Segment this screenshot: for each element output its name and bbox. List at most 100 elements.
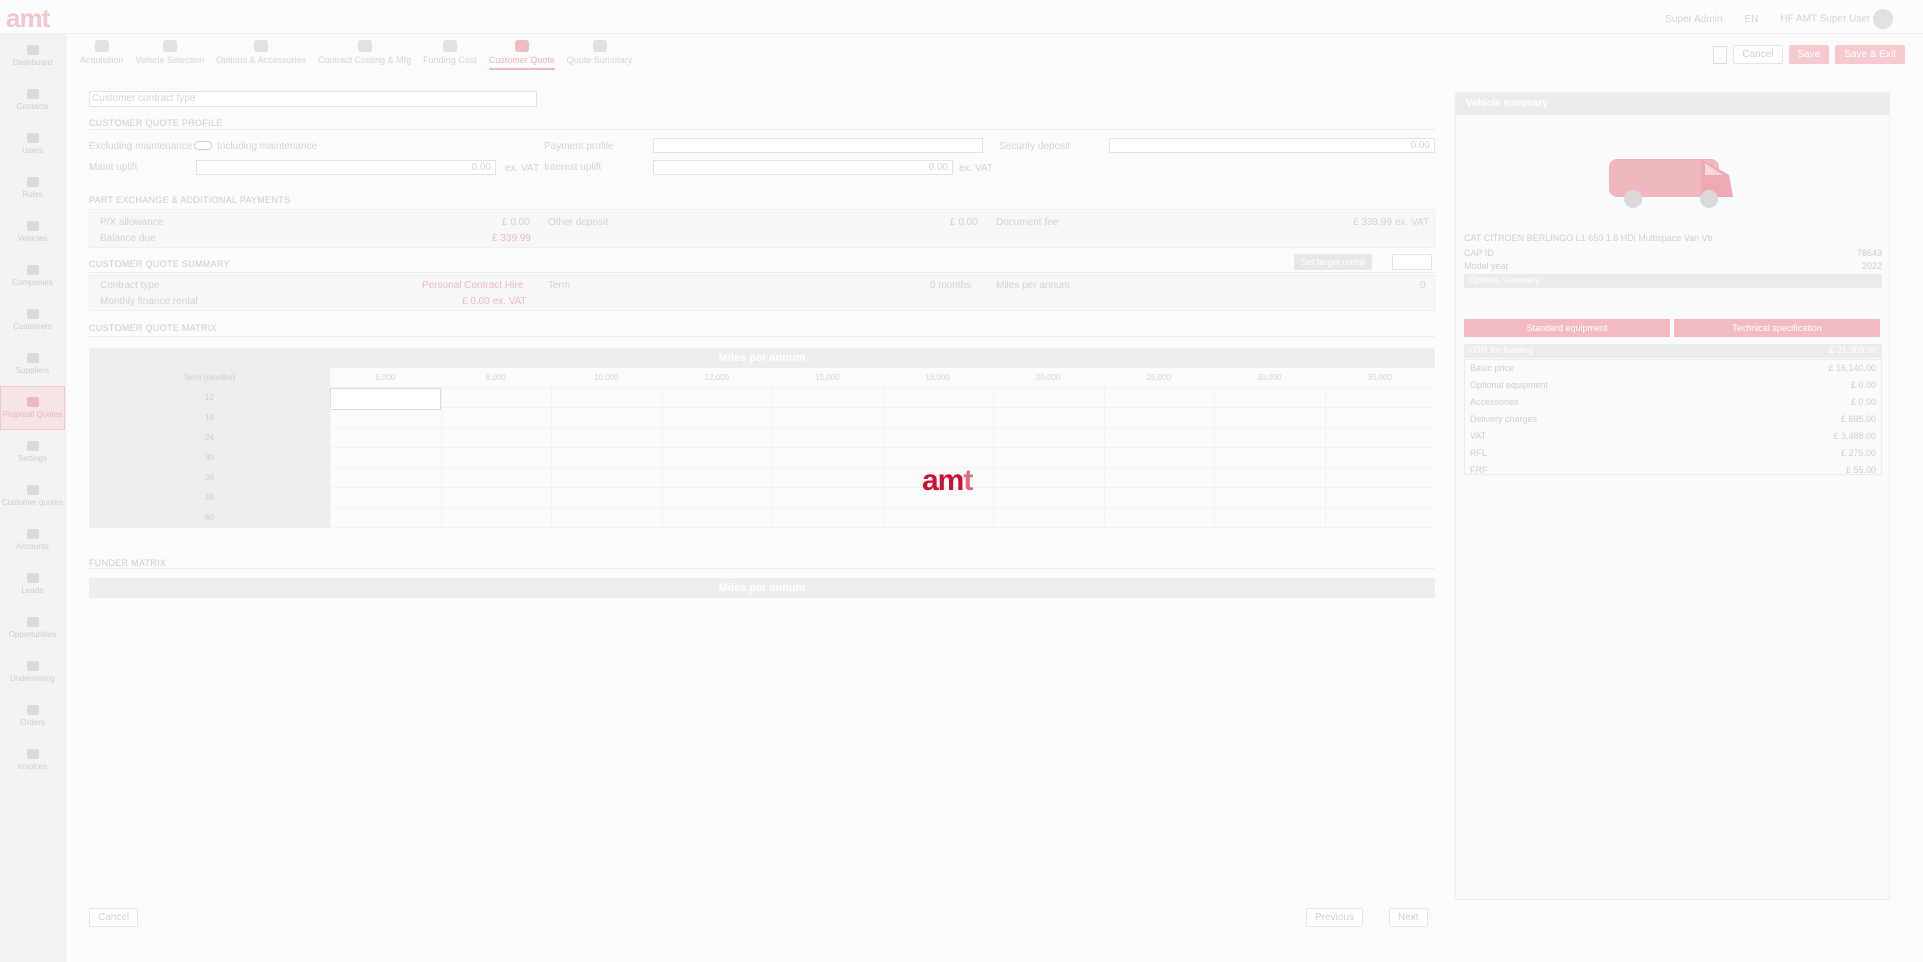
cancel-bottom-button[interactable]: Cancel <box>89 908 139 927</box>
matrix-cell[interactable] <box>993 408 1104 428</box>
matrix-cell[interactable] <box>551 408 662 428</box>
matrix-cell[interactable] <box>440 468 552 488</box>
sidebar-item-customers[interactable]: Customers <box>0 298 65 342</box>
matrix-cell[interactable] <box>993 488 1104 508</box>
matrix-cell[interactable] <box>551 428 662 448</box>
matrix-cell[interactable] <box>440 428 552 448</box>
matrix-cell[interactable] <box>772 428 883 448</box>
matrix-cell[interactable] <box>440 388 552 408</box>
matrix-cell[interactable] <box>1324 508 1436 528</box>
matrix-cell[interactable] <box>661 408 773 428</box>
sidebar-item-suppliers[interactable]: Suppliers <box>0 342 65 386</box>
matrix-cell[interactable] <box>440 488 552 508</box>
sidebar-item-underwriting[interactable]: Underwriting <box>0 650 65 694</box>
funder-section-title[interactable]: FUNDER MATRIX <box>89 558 166 568</box>
sidebar-item-dashboard[interactable]: Dashboard <box>0 34 65 78</box>
matrix-cell[interactable] <box>661 488 773 508</box>
matrix-cell[interactable] <box>330 508 441 528</box>
matrix-cell[interactable] <box>661 388 773 408</box>
step-customer-quote[interactable]: Customer Quote <box>488 40 555 70</box>
matrix-cell[interactable] <box>330 488 441 508</box>
security-deposit-input[interactable]: 0.00 <box>1109 138 1435 153</box>
matrix-cell[interactable] <box>1103 488 1215 508</box>
sidebar-item-customer-quotes[interactable]: Customer quotes <box>0 474 65 518</box>
matrix-cell[interactable] <box>330 388 441 410</box>
matrix-cell[interactable] <box>882 408 994 428</box>
matrix-cell[interactable] <box>772 488 883 508</box>
matrix-cell[interactable] <box>993 388 1104 408</box>
matrix-cell[interactable] <box>993 508 1104 528</box>
matrix-cell[interactable] <box>1103 388 1215 408</box>
sidebar-item-settings[interactable]: Settings <box>0 430 65 474</box>
sidebar-item-invoices[interactable]: Invoices <box>0 738 65 782</box>
sidebar-item-accounts[interactable]: Accounts <box>0 518 65 562</box>
role-selector[interactable]: Super Admin <box>1665 14 1722 25</box>
step-acquisition[interactable]: Acquisition <box>80 40 124 70</box>
matrix-cell[interactable] <box>551 488 662 508</box>
matrix-cell[interactable] <box>1324 488 1436 508</box>
options-summary-toggle[interactable]: Options summary <box>1464 274 1882 288</box>
app-logo[interactable]: amt <box>6 3 50 34</box>
matrix-cell[interactable] <box>772 508 883 528</box>
payment-profile-select[interactable] <box>653 138 983 153</box>
matrix-cell[interactable] <box>1324 468 1436 488</box>
profile-section-title[interactable]: CUSTOMER QUOTE PROFILE <box>89 118 222 128</box>
matrix-cell[interactable] <box>993 428 1104 448</box>
matrix-cell[interactable] <box>1324 408 1436 428</box>
sidebar-item-leads[interactable]: Leads <box>0 562 65 606</box>
matrix-cell[interactable] <box>1214 408 1325 428</box>
cancel-button[interactable]: Cancel <box>1733 45 1783 64</box>
matrix-cell[interactable] <box>661 508 773 528</box>
matrix-cell[interactable] <box>440 448 552 468</box>
user-menu[interactable]: HF AMT Super User <box>1780 9 1893 29</box>
matrix-cell[interactable] <box>1214 468 1325 488</box>
next-button[interactable]: Next <box>1389 908 1428 927</box>
matrix-cell[interactable] <box>1214 428 1325 448</box>
language-selector[interactable]: EN <box>1744 14 1758 25</box>
matrix-cell[interactable] <box>993 468 1104 488</box>
step-funding-cost[interactable]: Funding Cost <box>423 40 477 70</box>
matrix-cell[interactable] <box>661 428 773 448</box>
sidebar-item-users[interactable]: Users <box>0 122 65 166</box>
previous-button[interactable]: Previous <box>1306 908 1363 927</box>
step-quote-summary[interactable]: Quote Summary <box>567 40 632 70</box>
matrix-cell[interactable] <box>882 388 994 408</box>
interest-uplift-input[interactable]: 0.00 <box>653 160 953 175</box>
sidebar-item-contacts[interactable]: Contacts <box>0 78 65 122</box>
sidebar-item-vehicles[interactable]: Vehicles <box>0 210 65 254</box>
matrix-cell[interactable] <box>1103 408 1215 428</box>
sidebar-item-rules[interactable]: Rules <box>0 166 65 210</box>
step-vehicle-selection[interactable]: Vehicle Selection <box>136 40 204 70</box>
matrix-cell[interactable] <box>330 408 441 428</box>
matrix-cell[interactable] <box>772 408 883 428</box>
matrix-cell[interactable] <box>772 448 883 468</box>
matrix-cell[interactable] <box>1214 388 1325 408</box>
sidebar-item-companies[interactable]: Companies <box>0 254 65 298</box>
summary-section-title[interactable]: CUSTOMER QUOTE SUMMARY <box>89 259 230 269</box>
matrix-cell[interactable] <box>1103 428 1215 448</box>
matrix-cell[interactable] <box>1324 428 1436 448</box>
sidebar-item-orders[interactable]: Orders <box>0 694 65 738</box>
matrix-cell[interactable] <box>440 508 552 528</box>
technical-spec-button[interactable]: Technical specification <box>1674 319 1880 337</box>
matrix-cell[interactable] <box>772 388 883 408</box>
matrix-cell[interactable] <box>551 448 662 468</box>
contract-type-select[interactable]: Customer contract type <box>89 91 537 107</box>
matrix-cell[interactable] <box>993 448 1104 468</box>
matrix-cell[interactable] <box>882 428 994 448</box>
set-target-rental-button[interactable]: Set target rental <box>1294 254 1373 270</box>
matrix-cell[interactable] <box>882 508 994 528</box>
matrix-cell[interactable] <box>1103 468 1215 488</box>
matrix-cell[interactable] <box>1103 508 1215 528</box>
matrix-cell[interactable] <box>661 448 773 468</box>
matrix-section-title[interactable]: CUSTOMER QUOTE MATRIX <box>89 323 217 333</box>
matrix-cell[interactable] <box>1324 448 1436 468</box>
save-button[interactable]: Save <box>1788 45 1830 64</box>
matrix-cell[interactable] <box>1103 448 1215 468</box>
matrix-cell[interactable] <box>1214 508 1325 528</box>
matrix-cell[interactable] <box>1324 388 1436 408</box>
target-rental-input[interactable] <box>1392 254 1432 270</box>
matrix-cell[interactable] <box>772 468 883 488</box>
otr-bar[interactable]: OTR for funding £ 21,308.00 <box>1464 344 1882 358</box>
maintenance-toggle[interactable] <box>194 141 212 150</box>
